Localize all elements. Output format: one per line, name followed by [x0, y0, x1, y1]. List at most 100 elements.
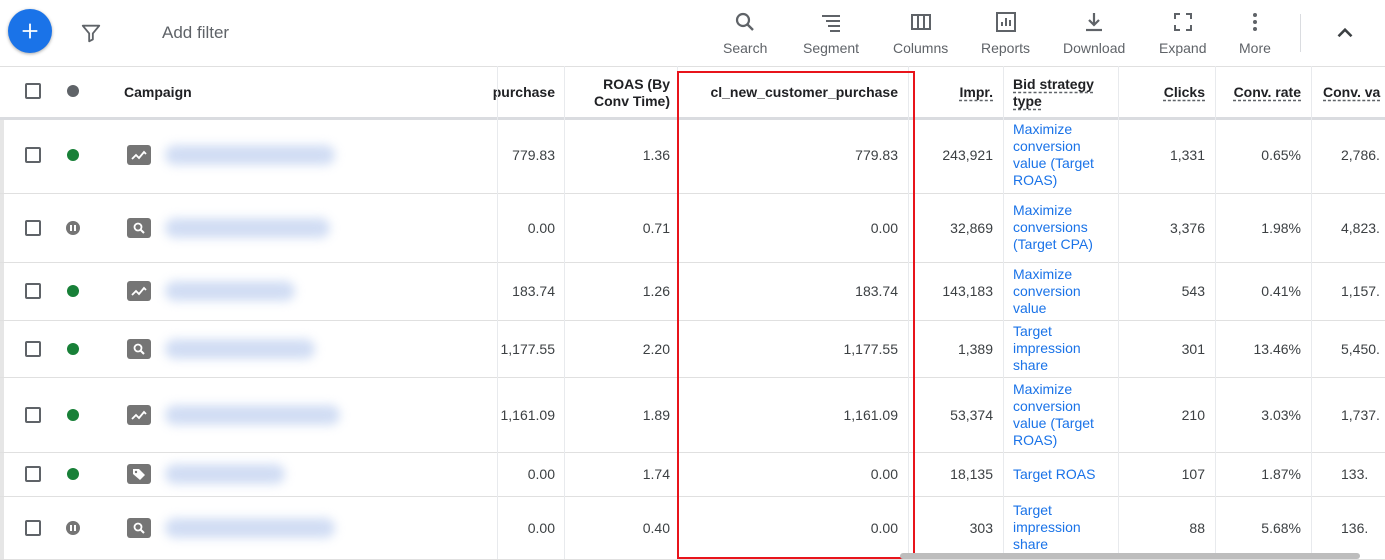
- bid-strategy-line: Maximize: [1013, 380, 1073, 397]
- purchase-value: 1,177.55: [500, 340, 556, 357]
- campaign-name-redacted[interactable]: [165, 464, 285, 484]
- table-toolbar: Add filter Search Segment Columns Report…: [0, 0, 1385, 66]
- expand-icon: [1173, 13, 1192, 31]
- row-checkbox[interactable]: [25, 340, 41, 357]
- new-customer-purchase-value: 0.00: [870, 519, 898, 536]
- roas-value: 1.74: [642, 466, 670, 482]
- conv-value-value: 1,737.: [1341, 406, 1380, 423]
- filter-icon[interactable]: [80, 22, 102, 44]
- header-bid-line1: Bid strategy: [1013, 76, 1094, 92]
- clicks-value: 107: [1181, 466, 1205, 482]
- bid-strategy-link[interactable]: Target impression share: [1013, 320, 1113, 377]
- table-row[interactable]: 779.83 1.36 779.83 243,921 Maximize conversio…: [0, 116, 1385, 194]
- bid-strategy-link[interactable]: Target impression share: [1013, 496, 1113, 559]
- bid-strategy-line: Maximize: [1013, 265, 1073, 282]
- conv-value-value: 2,786.: [1341, 146, 1380, 163]
- bid-strategy-link[interactable]: Maximize conversion value (Target ROAS): [1013, 116, 1113, 193]
- campaign-name-redacted[interactable]: [165, 338, 315, 359]
- new-customer-purchase-value: 1,177.55: [843, 340, 899, 357]
- bid-strategy-link[interactable]: Target ROAS: [1013, 452, 1113, 496]
- header-bid-strategy[interactable]: Bid strategy type: [1013, 73, 1113, 113]
- header-clicks[interactable]: Clicks: [1125, 67, 1205, 117]
- more-button[interactable]: More: [1239, 10, 1271, 56]
- header-roas[interactable]: ROAS (By Conv Time): [566, 73, 670, 113]
- new-customer-purchase-value: 0.00: [870, 466, 898, 482]
- row-checkbox[interactable]: [25, 283, 41, 299]
- segment-button[interactable]: Segment: [803, 10, 859, 56]
- bid-strategy-line: value (Target: [1013, 154, 1094, 171]
- header-new-customer-purchase[interactable]: cl_new_customer_purchase: [680, 67, 898, 117]
- expand-label: Expand: [1159, 40, 1207, 56]
- table-row[interactable]: 1,161.09 1.89 1,161.09 53,374 Maximize conver…: [0, 377, 1385, 453]
- clicks-value: 1,331: [1169, 146, 1205, 163]
- download-button[interactable]: Download: [1063, 10, 1125, 56]
- row-checkbox[interactable]: [25, 219, 41, 236]
- purchase-value: 1,161.09: [500, 406, 556, 423]
- roas-value: 0.71: [642, 219, 670, 236]
- status-enabled-icon[interactable]: [67, 408, 79, 421]
- campaign-name-redacted[interactable]: [165, 144, 335, 165]
- conv-value-value: 136.: [1341, 519, 1369, 536]
- column-divider: [564, 66, 565, 559]
- chevron-up-icon[interactable]: [1332, 20, 1358, 46]
- campaign-name-redacted[interactable]: [165, 404, 340, 425]
- search-button[interactable]: Search: [723, 10, 767, 56]
- impressions-value: 32,869: [950, 219, 993, 236]
- bid-strategy-line: value: [1013, 299, 1047, 316]
- columns-button[interactable]: Columns: [893, 10, 948, 56]
- bid-strategy-link[interactable]: Maximize conversions (Target CPA): [1013, 193, 1113, 262]
- header-conv-value[interactable]: Conv. va: [1323, 67, 1385, 117]
- toolbar-divider: [1300, 14, 1301, 52]
- header-campaign[interactable]: Campaign: [124, 67, 192, 117]
- campaign-name-redacted[interactable]: [165, 217, 330, 238]
- add-filter-input[interactable]: Add filter: [162, 23, 229, 43]
- column-divider: [1118, 66, 1119, 559]
- reports-icon: [995, 12, 1016, 32]
- status-enabled-icon[interactable]: [67, 342, 79, 355]
- table-row[interactable]: 0.00 1.74 0.00 18,135 Target ROAS 107 1.87% 133…: [0, 452, 1385, 497]
- select-all-checkbox[interactable]: [25, 83, 41, 99]
- status-enabled-icon[interactable]: [67, 148, 79, 161]
- header-purchase[interactable]: purchase: [470, 67, 555, 117]
- header-conv-rate[interactable]: Conv. rate: [1215, 67, 1301, 117]
- campaign-name-redacted[interactable]: [165, 281, 295, 301]
- campaign-name-redacted[interactable]: [165, 517, 335, 538]
- table-row[interactable]: 183.74 1.26 183.74 143,183 Maximize conversio…: [0, 262, 1385, 321]
- clicks-value: 3,376: [1169, 219, 1205, 236]
- table-row[interactable]: 0.00 0.40 0.00 303 Target impression share 88 5.…: [0, 496, 1385, 560]
- purchase-value: 779.83: [512, 146, 555, 163]
- table-row[interactable]: 0.00 0.71 0.00 32,869 Maximize conversions (Ta…: [0, 193, 1385, 263]
- reports-button[interactable]: Reports: [981, 10, 1030, 56]
- create-button[interactable]: [8, 9, 52, 53]
- impressions-value: 143,183: [942, 283, 993, 299]
- conv-rate-value: 0.41%: [1261, 283, 1301, 299]
- clicks-value: 210: [1181, 406, 1205, 423]
- bid-strategy-line: Maximize: [1013, 202, 1073, 218]
- header-roas-line2: Conv Time): [594, 93, 670, 109]
- conv-value-value: 1,157.: [1341, 283, 1380, 299]
- status-enabled-icon[interactable]: [67, 285, 79, 297]
- row-checkbox[interactable]: [25, 406, 41, 423]
- row-checkbox[interactable]: [25, 519, 41, 536]
- status-paused-icon[interactable]: [66, 220, 80, 235]
- bid-strategy-line: Maximize: [1013, 120, 1073, 137]
- row-checkbox[interactable]: [25, 146, 41, 163]
- table-row[interactable]: 1,177.55 2.20 1,177.55 1,389 Target impressio…: [0, 320, 1385, 378]
- columns-label: Columns: [893, 40, 949, 56]
- impressions-value: 18,135: [950, 466, 993, 482]
- row-checkbox[interactable]: [25, 466, 41, 482]
- header-impressions[interactable]: Impr.: [915, 67, 993, 117]
- bid-strategy-link[interactable]: Maximize conversion value: [1013, 262, 1113, 320]
- table-header: Campaign purchase ROAS (By Conv Time) cl…: [0, 66, 1385, 120]
- status-paused-icon[interactable]: [66, 520, 80, 535]
- bid-strategy-link[interactable]: Maximize conversion value (Target ROAS): [1013, 377, 1113, 452]
- download-icon: [1086, 13, 1103, 32]
- status-enabled-icon[interactable]: [67, 468, 79, 480]
- bid-strategy-line: value (Target: [1013, 414, 1094, 431]
- search-campaign-icon: [127, 217, 151, 238]
- horizontal-scrollbar[interactable]: [900, 553, 1360, 559]
- roas-value: 0.40: [642, 519, 670, 536]
- expand-button[interactable]: Expand: [1159, 10, 1206, 56]
- segment-label: Segment: [803, 40, 860, 56]
- status-header-icon[interactable]: [67, 85, 79, 97]
